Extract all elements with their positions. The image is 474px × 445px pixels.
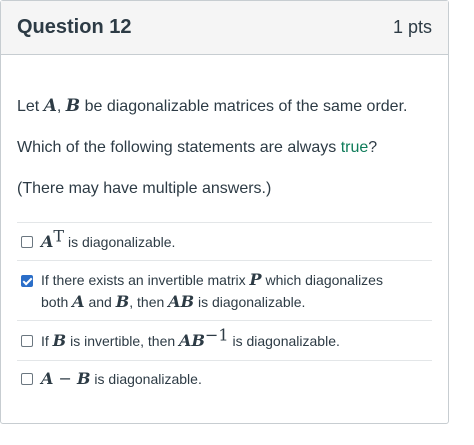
stem-text: Which of the following statements are al… xyxy=(17,139,341,156)
math-a: A xyxy=(41,232,54,251)
answer-text: If xyxy=(41,333,53,349)
answer-text: both xyxy=(41,294,73,310)
question-title: Question 12 xyxy=(17,16,132,38)
question-card: Question 12 1 pts Let A, B be diagonaliz… xyxy=(0,0,449,424)
answer-option-3[interactable]: If B is invertible, then AB−1 is diagona… xyxy=(17,321,432,361)
question-body: Let A, B be diagonalizable matrices of t… xyxy=(1,55,448,401)
answer-text: is diagonalizable. xyxy=(64,234,176,250)
true-highlight: true xyxy=(340,139,369,156)
minus-operator: − xyxy=(53,369,77,388)
answer-text: If there exists an invertible matrix xyxy=(41,272,250,288)
checkbox[interactable] xyxy=(21,373,33,385)
math-b: B xyxy=(52,331,67,350)
math-a: A xyxy=(43,96,57,116)
answer-option-4[interactable]: A − B is diagonalizable. xyxy=(17,361,432,401)
answer-option-1[interactable]: AT is diagonalizable. xyxy=(17,223,432,261)
answer-text: is diagonalizable. xyxy=(228,333,340,349)
math-b: B xyxy=(115,292,130,311)
checkbox-checked[interactable] xyxy=(21,275,33,287)
answer-text: is diagonalizable. xyxy=(90,371,202,387)
answer-option-2[interactable]: If there exists an invertible matrix P w… xyxy=(17,261,432,321)
math-a: A xyxy=(72,292,85,311)
answer-text: is invertible, then xyxy=(66,333,180,349)
answer-label: If there exists an invertible matrix P w… xyxy=(41,269,383,313)
answer-text: , then xyxy=(129,294,169,310)
question-header: Question 12 1 pts xyxy=(1,1,448,55)
stem-text: ? xyxy=(368,139,378,156)
math-b: B xyxy=(65,96,81,116)
question-stem-line-1: Let A, B be diagonalizable matrices of t… xyxy=(17,95,432,118)
question-note: (There may have multiple answers.) xyxy=(17,180,272,197)
checkbox[interactable] xyxy=(21,335,33,347)
math-a: A xyxy=(41,369,54,388)
question-points: 1 pts xyxy=(392,17,432,37)
stem-text: be diagonalizable matrices of the same o… xyxy=(80,98,408,115)
math-ab: AB xyxy=(179,331,205,350)
stem-text: Let xyxy=(17,98,44,115)
checkbox[interactable] xyxy=(21,236,33,248)
answer-text: which diagonalizes xyxy=(261,272,383,288)
math-p: P xyxy=(249,270,262,289)
answer-label: A − B is diagonalizable. xyxy=(41,368,202,390)
answer-list: AT is diagonalizable. If there exists an… xyxy=(17,222,432,401)
inverse-sup: −1 xyxy=(204,325,229,345)
answer-text: is diagonalizable. xyxy=(194,294,306,310)
question-stem-line-2: Which of the following statements are al… xyxy=(17,137,432,159)
answer-text: and xyxy=(84,294,116,310)
answer-label: If B is invertible, then AB−1 is diagona… xyxy=(41,327,340,352)
transpose-sup: T xyxy=(53,226,65,246)
stem-comma: , xyxy=(56,98,66,115)
math-ab: AB xyxy=(168,292,195,311)
answer-label: AT is diagonalizable. xyxy=(41,228,176,253)
math-b: B xyxy=(77,369,91,388)
